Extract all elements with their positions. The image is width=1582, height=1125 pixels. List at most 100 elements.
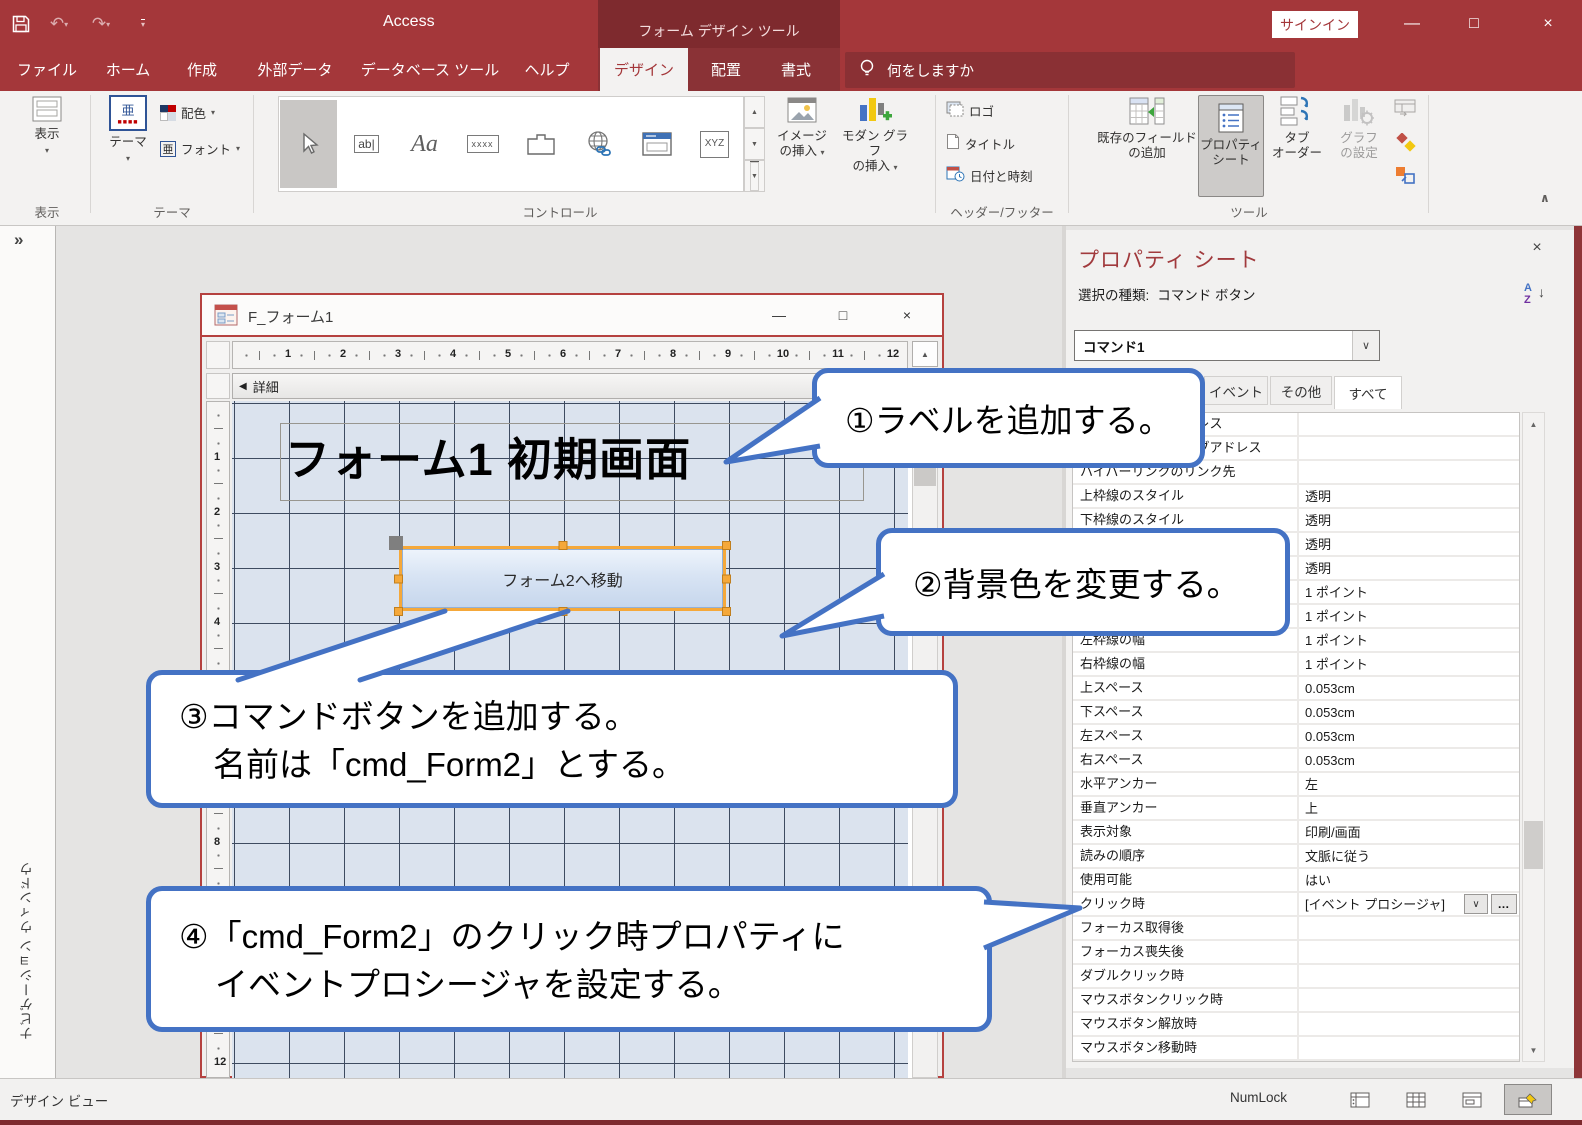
navigation-pane-collapsed[interactable]: » ナビゲーション ウィンドウ [0,226,56,1078]
property-value[interactable]: 印刷/画面 ∨ … [1299,821,1519,843]
property-value[interactable]: 左 ∨ … [1299,773,1519,795]
sort-az-icon[interactable]: AZ ↓ [1524,282,1552,312]
customize-quick-access-icon[interactable]: ▾ [128,10,158,38]
property-row[interactable]: 右枠線の幅 1 ポイント ∨ … [1073,653,1519,677]
form-maximize-button[interactable]: □ [822,295,864,335]
property-row[interactable]: 垂直アンカー 上 ∨ … [1073,797,1519,821]
property-tab-event[interactable]: イベント [1204,376,1268,405]
property-value[interactable]: 透明 ∨ … [1299,557,1519,579]
horizontal-ruler[interactable]: 123456789101112 [232,341,908,369]
tab-home[interactable]: ホーム [96,48,160,91]
gallery-scroll-up[interactable]: ▲ [744,96,765,128]
tab-database-tools[interactable]: データベース ツール [356,48,504,91]
property-sheet-close-icon[interactable]: × [1524,236,1550,260]
view-code-icon[interactable] [1394,165,1416,190]
tab-file[interactable]: ファイル [8,48,86,91]
save-icon[interactable] [6,10,36,38]
form-view-button[interactable] [1336,1084,1384,1115]
design-view-button[interactable] [1504,1084,1552,1115]
collapse-ribbon-icon[interactable]: ∧ [1540,191,1550,205]
property-row[interactable]: 水平アンカー 左 ∨ … [1073,773,1519,797]
property-value[interactable]: 文脈に従う ∨ … [1299,845,1519,867]
move-handle[interactable] [389,536,403,550]
tab-order-button[interactable]: タブオーダー [1268,95,1326,161]
gallery-more[interactable]: ▼ [744,160,765,192]
convert-macros-icon[interactable] [1394,133,1416,158]
label-control-tool[interactable]: Aa [396,100,453,188]
property-value[interactable]: 0.053cm ∨ … [1299,749,1519,771]
tab-help[interactable]: ヘルプ [514,48,580,91]
property-row[interactable]: フォーカス喪失後 ∨ … [1073,941,1519,965]
property-tab-other[interactable]: その他 [1270,376,1332,405]
layout-view-button[interactable] [1448,1084,1496,1115]
property-value[interactable]: 1 ポイント ∨ … [1299,653,1519,675]
title-button[interactable]: タイトル [946,133,1015,153]
property-value[interactable]: ∨ … [1299,941,1519,963]
scroll-down-icon[interactable]: ▼ [1523,1039,1544,1061]
property-tab-all[interactable]: すべて [1334,376,1402,409]
section-selector-box[interactable] [206,373,230,399]
scrollbar-thumb[interactable] [1524,821,1543,869]
resize-handle[interactable] [558,541,567,550]
property-row[interactable]: 読みの順序 文脈に従う ∨ … [1073,845,1519,869]
form-close-button[interactable]: × [886,295,928,335]
datasheet-view-button[interactable] [1392,1084,1440,1115]
insert-image-button[interactable]: イメージの挿入 ▾ [770,95,834,160]
property-value[interactable]: 上 ∨ … [1299,797,1519,819]
tab-create[interactable]: 作成 [170,48,234,91]
property-row[interactable]: 右スペース 0.053cm ∨ … [1073,749,1519,773]
property-value[interactable]: 1 ポイント ∨ … [1299,629,1519,651]
resize-handle[interactable] [394,574,403,583]
property-value[interactable]: 透明 ∨ … [1299,485,1519,507]
scroll-up-icon[interactable]: ▲ [1523,413,1544,435]
tab-arrange[interactable]: 配置 [694,48,758,91]
form-minimize-button[interactable]: — [758,295,800,335]
property-value[interactable]: [イベント プロシージャ] ∨ … [1299,893,1519,915]
sign-in-button[interactable]: サインイン [1272,11,1358,38]
textbox-control-tool[interactable]: ab| [338,100,395,188]
undo-icon[interactable]: ↶▾ [44,10,74,38]
property-value[interactable]: 透明 ∨ … [1299,509,1519,531]
tab-format[interactable]: 書式 [764,48,828,91]
property-row[interactable]: 表示対象 印刷/画面 ∨ … [1073,821,1519,845]
object-selector-combobox[interactable]: コマンド1 ∨ [1074,330,1380,361]
ruler-corner-box[interactable] [206,341,230,369]
combo-dropdown-icon[interactable]: ∨ [1352,331,1379,360]
expand-navigation-icon[interactable]: » [14,230,23,250]
property-value[interactable]: 1 ポイント ∨ … [1299,605,1519,627]
view-button[interactable]: 表示▾ [18,95,76,155]
property-row[interactable]: 左スペース 0.053cm ∨ … [1073,725,1519,749]
resize-handle[interactable] [722,574,731,583]
event-builder-button[interactable]: … [1491,894,1517,914]
property-sheet-scrollbar[interactable]: ▲ ▼ [1522,412,1545,1062]
fonts-button[interactable]: 亜 フォント▾ [160,139,240,158]
hyperlink-tool[interactable] [570,100,627,188]
property-row[interactable]: フォーカス取得後 ∨ … [1073,917,1519,941]
subform-in-new-window-icon[interactable] [1394,99,1416,122]
property-value[interactable]: はい ∨ … [1299,869,1519,891]
gallery-scroll-down[interactable]: ▼ [744,128,765,160]
property-value[interactable]: ∨ … [1299,1013,1519,1035]
navigation-control-tool[interactable]: XYZ [686,100,743,188]
resize-handle[interactable] [722,541,731,550]
form-scroll-up-icon[interactable]: ▲ [912,341,938,367]
property-row[interactable]: マウスボタン解放時 ∨ … [1073,1013,1519,1037]
logo-button[interactable]: ロゴ [946,101,994,120]
resize-handle[interactable] [722,607,731,616]
form-window-titlebar[interactable]: F_フォーム1 — □ × [202,295,942,337]
redo-icon[interactable]: ↷▾ [86,10,116,38]
insert-modern-chart-button[interactable]: モダン グラフの挿入 ▾ [838,95,912,175]
colors-button[interactable]: 配色▾ [160,103,215,122]
select-pointer-tool[interactable] [280,100,337,188]
close-button[interactable]: × [1518,0,1578,48]
add-existing-fields-button[interactable]: 既存のフィールドの追加 [1096,95,1198,161]
property-value[interactable]: ∨ … [1299,437,1519,459]
themes-button[interactable]: 亜■■■■ テーマ▾ [100,95,156,163]
web-browser-control-tool[interactable] [628,100,685,188]
tab-control-tool[interactable] [512,100,569,188]
property-row[interactable]: 下スペース 0.053cm ∨ … [1073,701,1519,725]
minimize-button[interactable]: — [1386,0,1438,48]
property-value[interactable]: ∨ … [1299,917,1519,939]
property-row[interactable]: 使用可能 はい ∨ … [1073,869,1519,893]
property-row[interactable]: マウスボタン移動時 ∨ … [1073,1037,1519,1061]
